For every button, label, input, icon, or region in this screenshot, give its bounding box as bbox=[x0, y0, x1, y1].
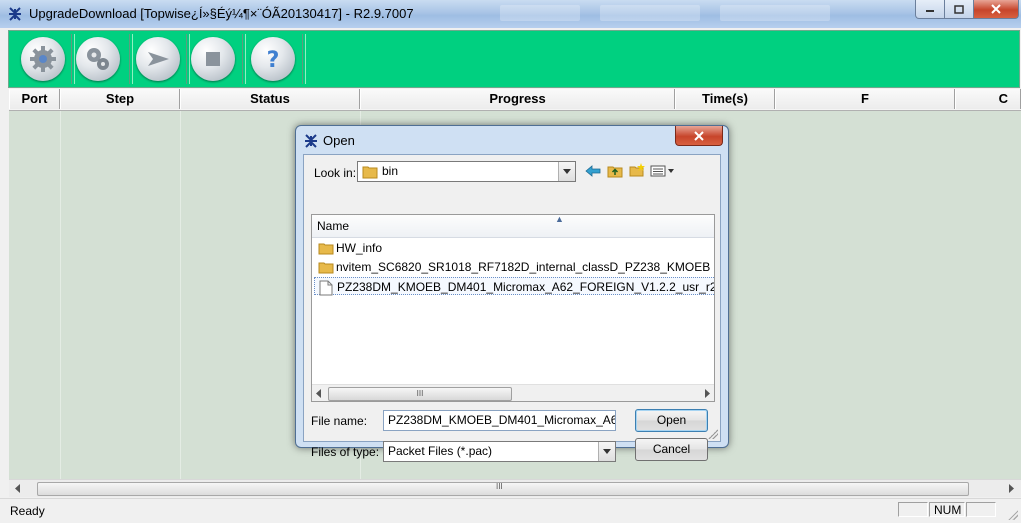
status-text: Ready bbox=[10, 504, 45, 518]
look-in-select[interactable]: bin bbox=[357, 161, 576, 182]
maximize-button[interactable] bbox=[944, 0, 974, 19]
list-header[interactable]: ▲ Name bbox=[312, 215, 714, 238]
gears-icon bbox=[87, 48, 109, 70]
status-panel bbox=[966, 502, 996, 517]
question-icon: ? bbox=[267, 48, 280, 73]
dialog-resize-grip[interactable] bbox=[708, 429, 718, 439]
close-icon bbox=[991, 4, 1001, 14]
list-item[interactable]: nvitem_SC6820_SR1018_RF7182D_internal_cl… bbox=[314, 258, 714, 276]
list-horizontal-scrollbar[interactable]: III bbox=[312, 384, 714, 401]
scroll-grip: III bbox=[496, 482, 503, 491]
file-icon bbox=[319, 280, 333, 301]
chevron-down-icon[interactable] bbox=[598, 442, 615, 461]
chevron-down-icon[interactable] bbox=[558, 162, 575, 181]
list-item-selected[interactable]: PZ238DM_KMOEB_DM401_Micromax_A62_FOREIGN… bbox=[314, 277, 715, 296]
toolbar-separator bbox=[302, 34, 306, 84]
toolbar-separator bbox=[186, 34, 190, 84]
window-title: UpgradeDownload [Topwise¿Í»§Éý¼¶×¨ÓÃ2013… bbox=[29, 6, 414, 21]
play-icon bbox=[148, 52, 169, 66]
load-packet-button[interactable] bbox=[21, 37, 65, 81]
close-button[interactable] bbox=[973, 0, 1019, 19]
maximize-icon bbox=[954, 4, 964, 14]
list-item[interactable]: HW_info bbox=[314, 239, 714, 257]
files-of-type-label: Files of type: bbox=[311, 445, 380, 459]
open-button[interactable]: Open bbox=[635, 409, 708, 432]
toolbar: ? bbox=[8, 30, 1020, 88]
background-ghost bbox=[600, 5, 700, 21]
background-ghost bbox=[720, 5, 830, 21]
minimize-icon bbox=[926, 10, 934, 12]
scroll-thumb[interactable]: III bbox=[328, 387, 512, 401]
up-folder-icon[interactable] bbox=[606, 163, 624, 179]
grid-line bbox=[180, 111, 181, 479]
toolbar-separator bbox=[129, 34, 133, 84]
dialog-close-button[interactable] bbox=[675, 126, 723, 146]
col-status[interactable]: Status bbox=[180, 89, 360, 109]
new-folder-icon[interactable] bbox=[628, 162, 646, 178]
dialog-body: Look in: bin ▲ Name HW_info nvitem_SC682… bbox=[303, 154, 721, 462]
grid-header: Port Step Status Progress Time(s) F C bbox=[9, 89, 1021, 111]
file-name: nvitem_SC6820_SR1018_RF7182D_internal_cl… bbox=[336, 260, 711, 274]
files-of-type-select[interactable]: Packet Files (*.pac) bbox=[383, 441, 616, 462]
col-progress[interactable]: Progress bbox=[360, 89, 675, 109]
name-column-header: Name bbox=[317, 219, 350, 233]
sort-ascending-icon: ▲ bbox=[555, 214, 564, 224]
open-dialog: Open Look in: bin ▲ Name HW_info nvitem_… bbox=[295, 125, 729, 462]
help-button[interactable]: ? bbox=[251, 37, 295, 81]
close-icon bbox=[694, 130, 704, 141]
file-name: PZ238DM_KMOEB_DM401_Micromax_A62_FOREIGN… bbox=[337, 280, 715, 294]
stop-icon bbox=[206, 52, 220, 66]
resize-grip[interactable] bbox=[1007, 509, 1018, 520]
scroll-right-icon[interactable] bbox=[1007, 484, 1015, 493]
horizontal-scrollbar[interactable]: III bbox=[9, 479, 1021, 497]
settings-button[interactable] bbox=[76, 37, 120, 81]
toolbar-separator bbox=[242, 34, 246, 84]
app-bug-icon bbox=[7, 6, 23, 22]
grid-line bbox=[60, 111, 61, 479]
dialog-title: Open bbox=[323, 133, 355, 148]
scroll-left-icon[interactable] bbox=[316, 389, 322, 398]
back-icon[interactable] bbox=[584, 163, 602, 179]
file-name-label: File name: bbox=[311, 414, 368, 428]
toolbar-separator bbox=[71, 34, 75, 84]
col-port[interactable]: Port bbox=[9, 89, 60, 109]
col-c[interactable]: C bbox=[955, 89, 1021, 109]
svg-text:?: ? bbox=[267, 48, 280, 73]
look-in-label: Look in: bbox=[314, 166, 357, 180]
files-of-type-value: Packet Files (*.pac) bbox=[388, 444, 493, 458]
title-bar[interactable]: UpgradeDownload [Topwise¿Í»§Éý¼¶×¨ÓÃ2013… bbox=[0, 0, 1021, 28]
cancel-button[interactable]: Cancel bbox=[635, 438, 708, 461]
stop-button[interactable] bbox=[191, 37, 235, 81]
folder-icon bbox=[362, 166, 378, 179]
start-button[interactable] bbox=[136, 37, 180, 81]
file-name: HW_info bbox=[336, 241, 383, 255]
status-panel bbox=[898, 502, 928, 517]
view-menu-icon[interactable] bbox=[650, 163, 676, 179]
scroll-thumb[interactable]: III bbox=[37, 482, 969, 496]
window-controls bbox=[915, 0, 1019, 20]
app-bug-icon bbox=[303, 133, 319, 152]
num-indicator: NUM bbox=[929, 502, 965, 517]
background-ghost bbox=[500, 5, 580, 21]
gear-icon bbox=[30, 46, 56, 72]
status-bar: Ready NUM bbox=[0, 498, 1021, 523]
file-name-value: PZ238DM_KMOEB_DM401_Micromax_A62_FOREIGN… bbox=[388, 413, 616, 427]
file-list[interactable]: ▲ Name HW_info nvitem_SC6820_SR1018_RF71… bbox=[311, 214, 715, 402]
col-time[interactable]: Time(s) bbox=[675, 89, 775, 109]
scroll-right-icon[interactable] bbox=[704, 389, 710, 398]
col-f[interactable]: F bbox=[775, 89, 955, 109]
scroll-left-icon[interactable] bbox=[14, 484, 22, 493]
file-name-input[interactable]: PZ238DM_KMOEB_DM401_Micromax_A62_FOREIGN… bbox=[383, 410, 616, 431]
look-in-value: bin bbox=[382, 164, 399, 178]
col-step[interactable]: Step bbox=[60, 89, 180, 109]
minimize-button[interactable] bbox=[915, 0, 945, 19]
